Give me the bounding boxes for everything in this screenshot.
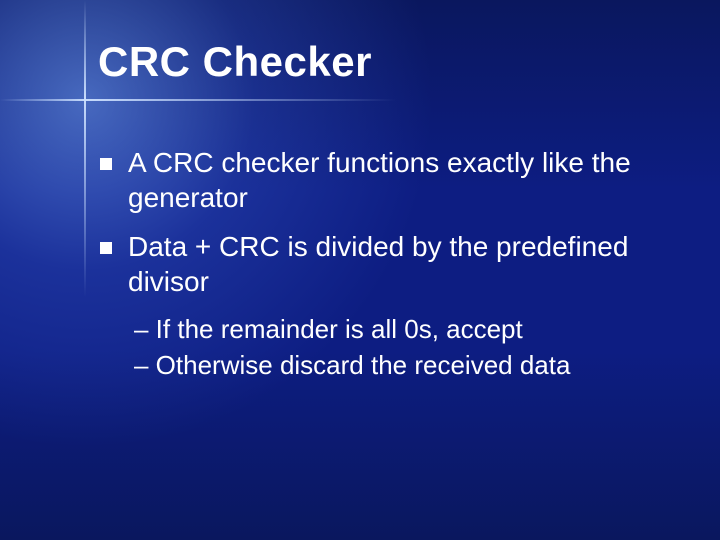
- bullet-text: A CRC checker functions exactly like the…: [128, 147, 631, 213]
- bullet-text: Data + CRC is divided by the predefined …: [128, 231, 628, 297]
- square-bullet-icon: [100, 242, 112, 254]
- sub-bullet-group: – If the remainder is all 0s, accept – O…: [134, 313, 680, 383]
- slide-title: CRC Checker: [98, 38, 372, 86]
- lens-flare-vertical: [84, 0, 86, 540]
- square-bullet-icon: [100, 158, 112, 170]
- slide: CRC Checker A CRC checker functions exac…: [0, 0, 720, 540]
- slide-body: A CRC checker functions exactly like the…: [100, 145, 680, 385]
- bullet-item: A CRC checker functions exactly like the…: [100, 145, 680, 215]
- lens-flare-horizontal: [0, 99, 720, 101]
- bullet-item: Data + CRC is divided by the predefined …: [100, 229, 680, 299]
- sub-bullet-item: – Otherwise discard the received data: [134, 349, 680, 383]
- sub-bullet-item: – If the remainder is all 0s, accept: [134, 313, 680, 347]
